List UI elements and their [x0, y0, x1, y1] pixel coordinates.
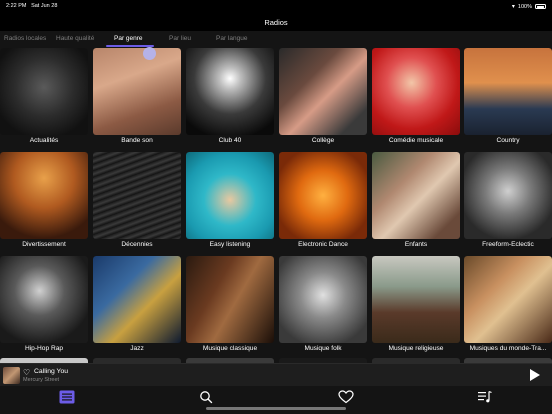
genre-tile-country[interactable]: Country — [464, 48, 552, 148]
genre-tile-enfants[interactable]: Enfants — [372, 152, 460, 252]
mini-player[interactable]: ♡ Calling You Mercury Street — [0, 363, 552, 386]
status-time-date: 2:22 PM Sat Jun 28 — [6, 3, 57, 9]
tab-radios-locales[interactable]: Radios locales — [4, 35, 46, 42]
battery-icon — [535, 4, 546, 9]
genre-label: Musique religieuse — [388, 345, 444, 352]
genre-tile-divertissement[interactable]: Divertissement — [0, 152, 88, 252]
play-icon[interactable] — [530, 369, 540, 381]
genre-label: Electronic Dance — [298, 241, 348, 248]
genre-label: Musique classique — [202, 345, 258, 352]
genre-label: Divertissement — [22, 241, 66, 248]
tab-haute-qualite[interactable]: Haute qualité — [56, 35, 94, 42]
genre-tile-easy-listening[interactable]: Easy listening — [186, 152, 274, 252]
genre-image — [186, 256, 274, 343]
page-title: Radios — [264, 18, 288, 27]
genre-image — [186, 152, 274, 239]
genre-image — [93, 152, 181, 239]
library-icon[interactable] — [59, 390, 75, 404]
touch-indicator — [143, 47, 156, 60]
genre-label: Actualités — [29, 137, 59, 144]
genre-tile-freeform-eclectic[interactable]: Freeform-Eclectic — [464, 152, 552, 252]
genre-image — [279, 48, 367, 135]
genre-image — [372, 152, 460, 239]
genre-label: Musique folk — [304, 345, 342, 352]
genre-label: Freeform-Eclectic — [482, 241, 534, 248]
tab-par-lieu[interactable]: Par lieu — [169, 35, 191, 42]
genre-tile-musique-classique[interactable]: Musique classique — [186, 256, 274, 356]
genre-tile-club-40[interactable]: Club 40 — [186, 48, 274, 148]
genre-image — [186, 48, 274, 135]
genre-tile-comedie-musicale[interactable]: Comédie musicale — [372, 48, 460, 148]
genre-tile-college[interactable]: Collège — [279, 48, 367, 148]
track-artist: Mercury Street — [23, 377, 60, 383]
genre-image — [372, 256, 460, 343]
genre-label: Enfants — [404, 241, 428, 248]
genre-label: Easy listening — [209, 241, 251, 248]
heart-icon[interactable] — [338, 390, 354, 404]
genre-label: Hip-Hop Rap — [24, 345, 64, 352]
genre-image — [279, 256, 367, 343]
tab-par-genre[interactable]: Par genre — [114, 35, 143, 42]
genre-image — [279, 152, 367, 239]
genre-label: Country — [496, 137, 520, 144]
album-art[interactable] — [3, 367, 20, 384]
genre-image — [93, 48, 181, 135]
navigation-header: Radios — [0, 12, 552, 31]
genre-image — [372, 48, 460, 135]
genre-tile-jazz[interactable]: Jazz — [93, 256, 181, 356]
queue-icon[interactable] — [477, 390, 493, 404]
genre-tile-decennies[interactable]: Décennies — [93, 152, 181, 252]
status-indicators: ▾ 100% — [512, 3, 546, 10]
genre-label: Jazz — [130, 345, 144, 352]
genre-tile-musique-religieuse[interactable]: Musique religieuse — [372, 256, 460, 356]
search-icon[interactable] — [198, 390, 214, 404]
status-date: Sat Jun 28 — [31, 3, 58, 9]
tab-par-langue[interactable]: Par langue — [216, 35, 247, 42]
genre-image — [93, 256, 181, 343]
genre-label: Comédie musicale — [388, 137, 444, 144]
status-time: 2:22 PM — [6, 3, 27, 9]
genre-image — [464, 48, 552, 135]
genre-grid: Actualités Bande son Club 40 Collège Com… — [0, 48, 552, 360]
genre-image — [464, 256, 552, 343]
genre-tile-actualites[interactable]: Actualités — [0, 48, 88, 148]
genre-tile-musique-folk[interactable]: Musique folk — [279, 256, 367, 356]
genre-label: Bande son — [121, 137, 153, 144]
genre-image — [464, 152, 552, 239]
home-indicator — [206, 407, 346, 410]
wifi-icon: ▾ — [511, 4, 515, 10]
genre-tile-bande-son[interactable]: Bande son — [93, 48, 181, 148]
genre-image — [0, 48, 88, 135]
genre-tile-electronic-dance[interactable]: Electronic Dance — [279, 152, 367, 252]
genre-tile-hip-hop-rap[interactable]: Hip-Hop Rap — [0, 256, 88, 356]
genre-label: Collège — [311, 137, 335, 144]
genre-tile-musiques-du-monde[interactable]: Musiques du monde-Tra... — [464, 256, 552, 356]
genre-image — [0, 152, 88, 239]
track-title: Calling You — [34, 368, 69, 375]
genre-image — [0, 256, 88, 343]
genre-label: Décennies — [121, 241, 153, 248]
category-tabs: Radios locales Haute qualité Par genre P… — [0, 31, 552, 47]
genre-label: Musiques du monde-Tra... — [469, 345, 547, 352]
status-bar: 2:22 PM Sat Jun 28 ▾ 100% — [0, 0, 552, 12]
genre-label: Club 40 — [218, 137, 242, 144]
battery-percent: 100% — [517, 3, 532, 10]
heart-icon[interactable]: ♡ — [23, 368, 30, 377]
